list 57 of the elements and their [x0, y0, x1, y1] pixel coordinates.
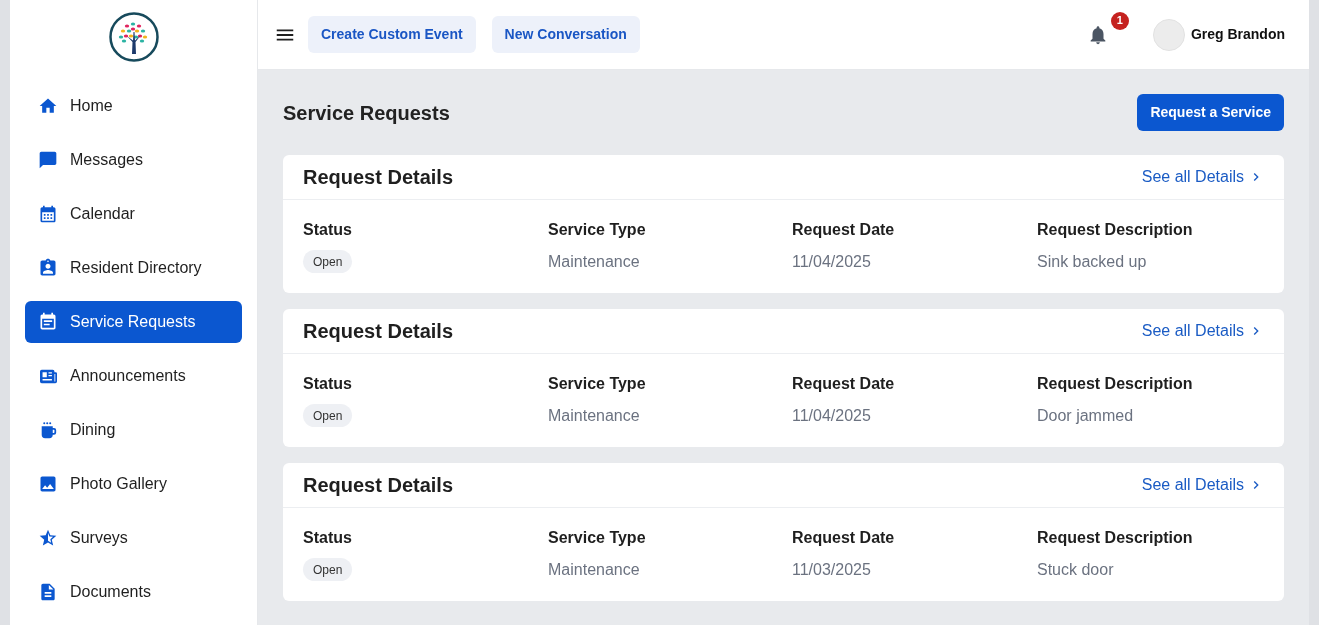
star-icon: [38, 528, 58, 548]
calendar-icon: [38, 204, 58, 224]
field-label: Request Description: [1037, 220, 1193, 240]
header-button[interactable]: New Conversation: [491, 16, 640, 53]
contact-card-icon: [38, 258, 58, 278]
field-label: Service Type: [548, 528, 646, 548]
nav-item[interactable]: Resident Directory: [25, 247, 242, 289]
user-name[interactable]: Greg Brandon: [1190, 24, 1285, 45]
nav-item[interactable]: Home: [25, 85, 242, 127]
nav-item[interactable]: Messages: [25, 139, 242, 181]
nav-item[interactable]: Photo Gallery: [25, 463, 242, 505]
field-value: Door jammed: [1037, 405, 1134, 426]
nav-item[interactable]: Dining: [25, 409, 242, 451]
image-icon: [38, 474, 58, 494]
field-value: Sink backed up: [1037, 251, 1147, 272]
nav-item[interactable]: Documents: [25, 571, 242, 613]
status-badge: Open: [303, 250, 353, 273]
page-title: Service Requests: [283, 100, 450, 126]
field-value: Stuck door: [1037, 559, 1114, 580]
card-title: Request Details: [303, 473, 454, 498]
field-value: Maintenance: [548, 251, 640, 272]
tree-logo: [108, 12, 159, 62]
notification-badge: 1: [1110, 11, 1129, 30]
field-value: Maintenance: [548, 405, 640, 426]
chat-bubble-icon: [38, 150, 58, 170]
field-label: Status: [303, 220, 352, 240]
field-label: Request Date: [792, 374, 895, 394]
mug-icon: [39, 421, 57, 439]
request-service-button[interactable]: Request a Service: [1137, 94, 1284, 131]
nav-item[interactable]: Calendar: [25, 193, 242, 235]
status-badge: Open: [303, 558, 353, 581]
see-all-details-link[interactable]: See all Details: [1141, 319, 1264, 343]
field-value: 11/04/2025: [792, 405, 871, 426]
calendar-note-icon: [38, 312, 58, 332]
card-title: Request Details: [303, 165, 454, 190]
see-all-details-link[interactable]: See all Details: [1141, 473, 1264, 497]
house-icon: [38, 96, 58, 116]
document-icon: [38, 582, 58, 602]
header-button[interactable]: Create Custom Event: [308, 16, 476, 53]
field-label: Request Description: [1037, 374, 1193, 394]
field-label: Service Type: [548, 374, 646, 394]
field-label: Request Description: [1037, 528, 1193, 548]
newspaper-icon: [39, 367, 57, 385]
field-label: Request Date: [792, 528, 895, 548]
field-label: Status: [303, 528, 352, 548]
field-value: 11/04/2025: [792, 251, 871, 272]
field-value: Maintenance: [548, 559, 640, 580]
nav-item[interactable]: Surveys: [25, 517, 242, 559]
field-label: Status: [303, 374, 352, 394]
field-value: 11/03/2025: [792, 559, 871, 580]
field-label: Request Date: [792, 220, 895, 240]
see-all-details-link[interactable]: See all Details: [1141, 165, 1264, 189]
field-label: Service Type: [548, 220, 646, 240]
nav-item[interactable]: Service Requests: [25, 301, 242, 343]
nav-item[interactable]: Announcements: [25, 355, 242, 397]
status-badge: Open: [303, 404, 353, 427]
card-title: Request Details: [303, 319, 454, 344]
